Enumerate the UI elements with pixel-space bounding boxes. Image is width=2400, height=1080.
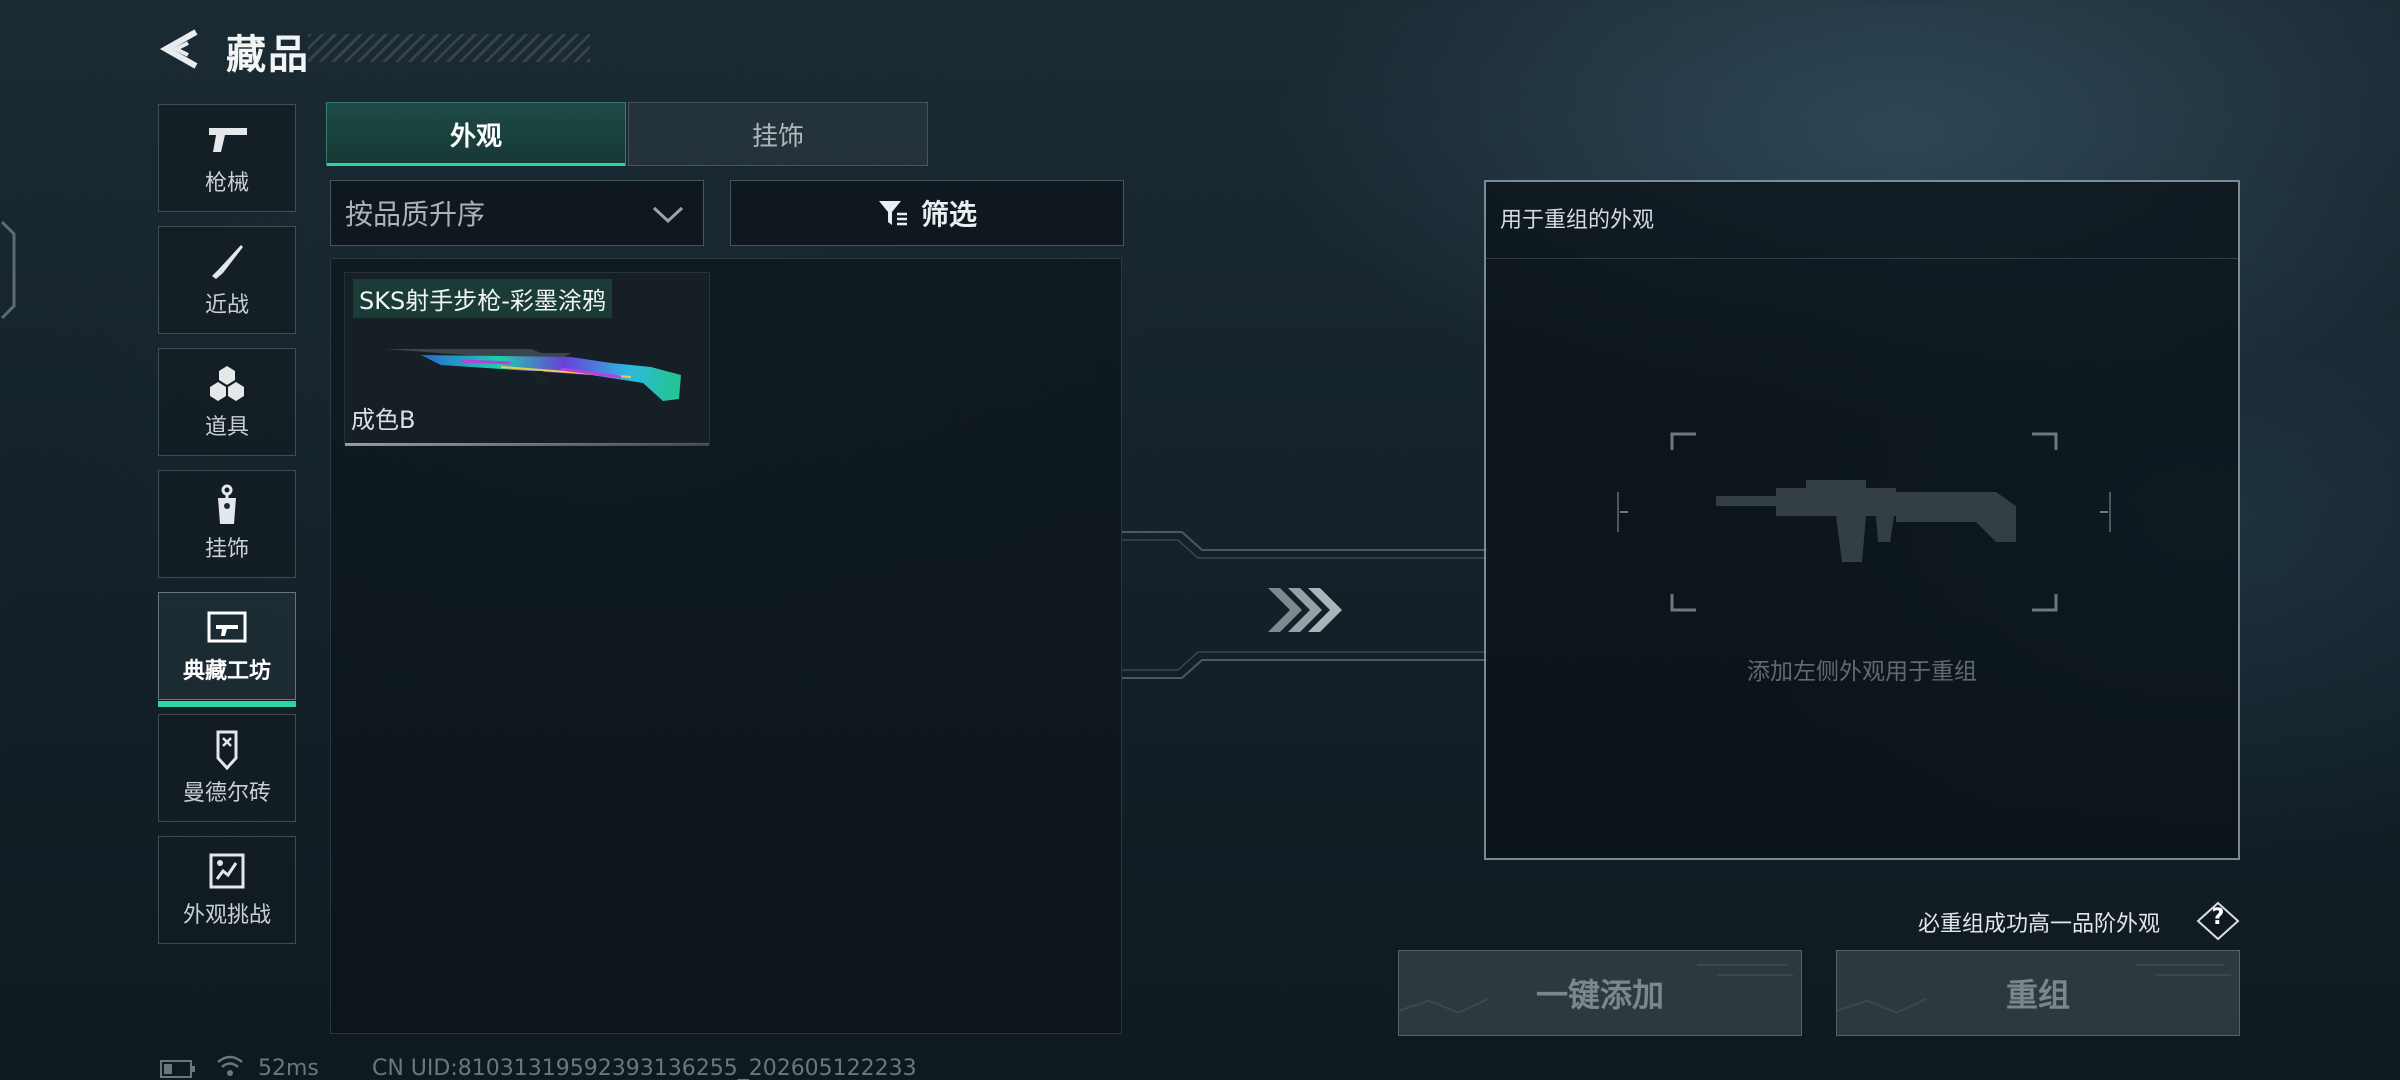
sidebar-item-items[interactable]: 道具 <box>158 348 296 456</box>
divider <box>1486 258 2238 259</box>
tab-label: 挂饰 <box>751 121 804 152</box>
help-button[interactable]: ? <box>2196 901 2240 941</box>
title-stripes-decor <box>308 34 590 62</box>
recompose-panel-title: 用于重组的外观 <box>1500 208 1655 233</box>
recompose-panel: 用于重组的外观 添加左侧外观用于重组 <box>1484 180 2240 860</box>
rifle-placeholder-icon <box>1716 480 2016 562</box>
recompose-slot[interactable] <box>1616 432 2112 612</box>
ping-readout: 52ms <box>258 1056 319 1080</box>
sidebar-item-label: 挂饰 <box>204 537 249 562</box>
sidebar-item-workshop[interactable]: 典藏工坊 <box>158 592 296 707</box>
page-title: 藏品 <box>226 32 310 78</box>
chevron-down-icon <box>652 206 684 224</box>
sort-dropdown[interactable]: 按品质升序 <box>330 180 704 246</box>
sidebar-item-challenge[interactable]: 外观挑战 <box>158 836 296 944</box>
items-icon <box>204 363 250 403</box>
add-all-label: 一键添加 <box>1535 976 1664 1014</box>
chevron-right-arrows-icon <box>1268 588 1342 632</box>
sidebar-item-melee[interactable]: 近战 <box>158 226 296 334</box>
sidebar-item-label: 典藏工坊 <box>182 659 271 684</box>
sidebar-item-label: 近战 <box>204 293 249 318</box>
skin-grade: 成色B <box>351 406 416 434</box>
sidebar-item-label: 曼德尔砖 <box>182 781 271 806</box>
help-icon-label: ? <box>2211 905 2225 930</box>
mandel-brick-icon <box>204 729 250 770</box>
challenge-icon <box>204 851 250 891</box>
tab-appearance[interactable]: 外观 <box>326 102 626 166</box>
back-button[interactable] <box>158 26 204 72</box>
add-all-button[interactable]: 一键添加 <box>1398 950 1802 1036</box>
sidebar-item-label: 外观挑战 <box>182 903 271 928</box>
sidebar-item-guns[interactable]: 枪械 <box>158 104 296 212</box>
workshop-icon <box>204 607 250 647</box>
skin-card[interactable]: SKS射手步枪-彩墨涂鸦 成色B <box>344 272 710 446</box>
skin-name: SKS射手步枪-彩墨涂鸦 <box>353 279 612 318</box>
sidebar-item-charms[interactable]: 挂饰 <box>158 470 296 578</box>
sort-dropdown-value: 按品质升序 <box>345 198 486 231</box>
recompose-hint: 添加左侧外观用于重组 <box>1747 659 1977 685</box>
sks-rifle-skin-image <box>385 349 681 401</box>
back-arrow-icon <box>159 29 198 69</box>
recompose-button[interactable]: 重组 <box>1836 950 2240 1036</box>
wifi-icon <box>217 1055 243 1076</box>
tab-label: 外观 <box>449 121 502 152</box>
recompose-label: 重组 <box>2005 976 2070 1014</box>
battery-icon <box>160 1060 195 1078</box>
tab-charms[interactable]: 挂饰 <box>628 102 928 166</box>
edge-bracket-decor <box>0 220 16 320</box>
filter-icon <box>878 201 907 226</box>
knife-icon <box>204 241 250 281</box>
sidebar-item-label: 枪械 <box>204 171 249 196</box>
filter-label: 筛选 <box>920 198 977 231</box>
charm-icon <box>204 484 250 525</box>
uid-readout: CN UID:81031319592393136255_202605122233 <box>372 1056 917 1080</box>
sidebar-item-label: 道具 <box>204 415 249 440</box>
gun-icon <box>204 119 250 159</box>
sidebar-item-mandel-brick[interactable]: 曼德尔砖 <box>158 714 296 822</box>
filter-button[interactable]: 筛选 <box>730 180 1124 246</box>
recompose-rule-text: 必重组成功高一品阶外观 <box>1918 912 2161 937</box>
